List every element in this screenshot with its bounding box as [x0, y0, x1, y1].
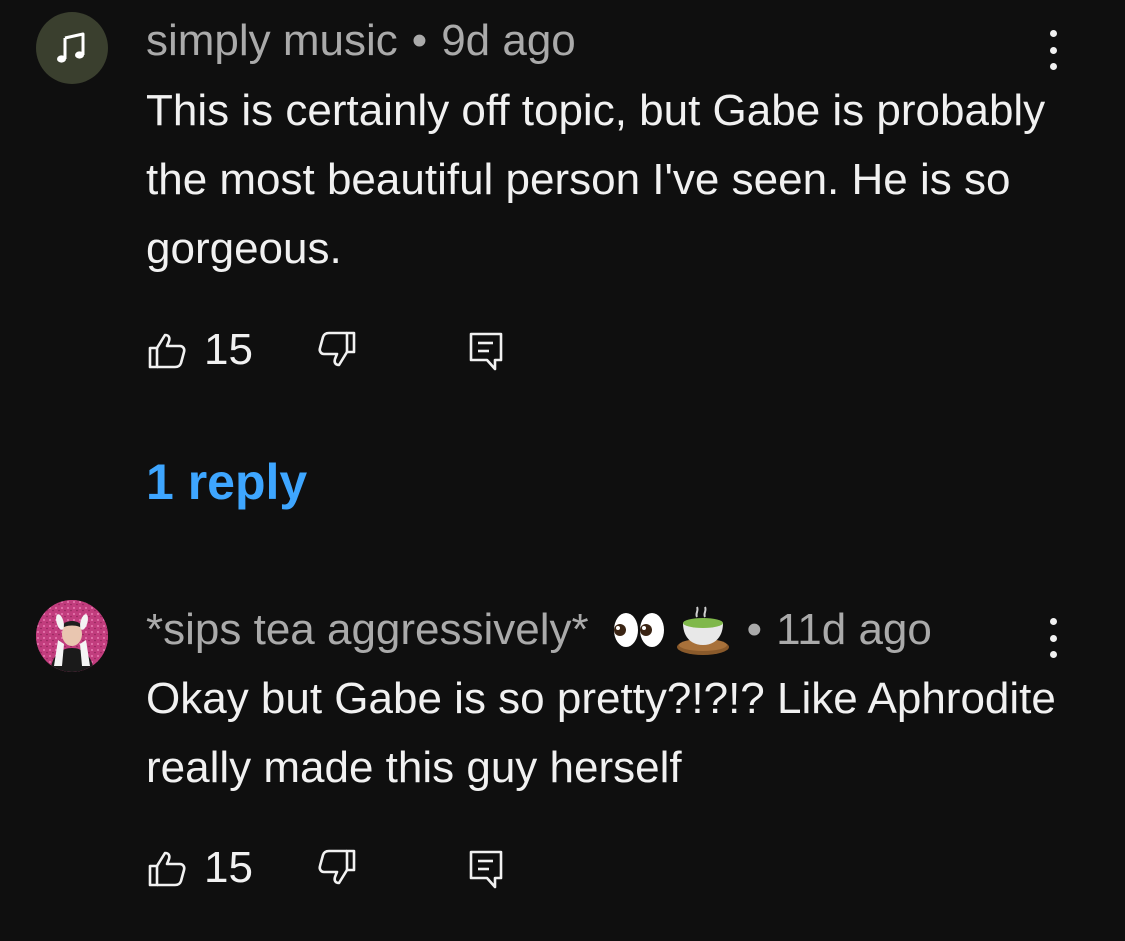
comment-meta: simply music • 9d ago: [146, 16, 576, 66]
thumbs-down-icon: [318, 849, 356, 885]
author-name[interactable]: simply music: [146, 16, 398, 66]
dislike-button[interactable]: [316, 325, 358, 375]
avatar[interactable]: [36, 12, 108, 84]
meta-separator: •: [746, 605, 763, 654]
timestamp: 9d ago: [441, 16, 576, 65]
author-name[interactable]: *sips tea aggressively*: [146, 605, 589, 655]
thumbs-up-icon: [148, 333, 186, 369]
timestamp: 11d ago: [776, 605, 932, 654]
thumbs-down-icon: [318, 331, 356, 367]
avatar[interactable]: [36, 600, 108, 672]
more-options-icon[interactable]: [1040, 618, 1066, 658]
like-button[interactable]: 15: [146, 325, 253, 375]
eyes-emoji: [613, 613, 664, 647]
reply-button[interactable]: [468, 843, 504, 893]
comment-text: This is certainly off topic, but Gabe is…: [146, 86, 1046, 273]
thumbs-up-icon: [148, 851, 186, 887]
music-note-icon: [57, 32, 85, 63]
author-emojis: [609, 603, 733, 657]
profile-photo: [36, 600, 108, 672]
view-replies-link[interactable]: 1 reply: [146, 452, 307, 512]
tea-emoji: [676, 606, 729, 655]
comment-text: Okay but Gabe is so pretty?!?!? Like Aph…: [146, 674, 1056, 792]
reply-button[interactable]: [468, 325, 504, 375]
like-count: 15: [204, 843, 253, 892]
like-button[interactable]: 15: [146, 843, 253, 893]
comment-reply-icon: [469, 332, 503, 371]
dislike-button[interactable]: [316, 843, 358, 893]
like-count: 15: [204, 325, 253, 374]
comment-reply-icon: [469, 850, 503, 889]
meta-separator: •: [411, 16, 428, 65]
comment-meta: *sips tea aggressively* • 11d ago: [146, 603, 932, 657]
more-options-icon[interactable]: [1040, 30, 1066, 70]
